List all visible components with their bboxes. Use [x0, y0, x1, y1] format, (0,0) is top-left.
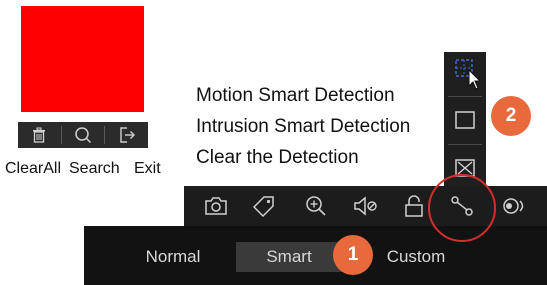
eye-button[interactable]: [498, 186, 534, 226]
mini-toolbar-labels: ClearAll Search Exit: [5, 160, 165, 180]
tag-icon: [253, 196, 274, 217]
exit-icon: [119, 127, 135, 143]
camera-icon: [205, 197, 227, 215]
clear-all-button[interactable]: [18, 122, 61, 148]
popup-divider: [448, 96, 482, 97]
search-button[interactable]: [62, 122, 105, 148]
motion-smart-detection-button[interactable]: [444, 54, 486, 94]
tab-normal[interactable]: Normal: [120, 242, 226, 272]
search-label: Search: [69, 160, 120, 177]
rectangle-icon: [455, 111, 475, 129]
tab-smart[interactable]: Smart: [236, 242, 342, 272]
exit-label: Exit: [134, 160, 161, 177]
zoom-in-icon: [306, 196, 326, 216]
lock-button[interactable]: [396, 186, 432, 226]
digital-zoom-button[interactable]: [298, 186, 334, 226]
motion-grid-icon: [455, 59, 480, 90]
clear-detection-label: Clear the Detection: [196, 147, 359, 168]
audio-mute-icon: [354, 196, 377, 216]
eye-icon: [503, 198, 524, 214]
tab-custom[interactable]: Custom: [366, 242, 466, 272]
step-marker-1: 1: [333, 235, 373, 275]
exit-button[interactable]: [105, 122, 148, 148]
step-marker-2: 2: [491, 96, 531, 136]
red-color-swatch: [21, 6, 144, 112]
intrusion-smart-detection-label: Intrusion Smart Detection: [196, 116, 411, 137]
capture-button[interactable]: [198, 186, 234, 226]
audio-button[interactable]: [348, 186, 384, 226]
highlight-circle: [428, 174, 496, 242]
intrusion-smart-detection-button[interactable]: [444, 100, 486, 140]
trash-icon: [33, 127, 46, 143]
popup-divider: [448, 144, 482, 145]
clear-all-label: ClearAll: [5, 160, 62, 177]
search-icon: [75, 127, 92, 144]
tag-button[interactable]: [246, 186, 282, 226]
detection-options-list: Motion Smart Detection Intrusion Smart D…: [196, 80, 446, 173]
motion-smart-detection-label: Motion Smart Detection: [196, 85, 395, 106]
lock-icon: [405, 195, 423, 217]
mini-toolbar: [18, 122, 148, 148]
